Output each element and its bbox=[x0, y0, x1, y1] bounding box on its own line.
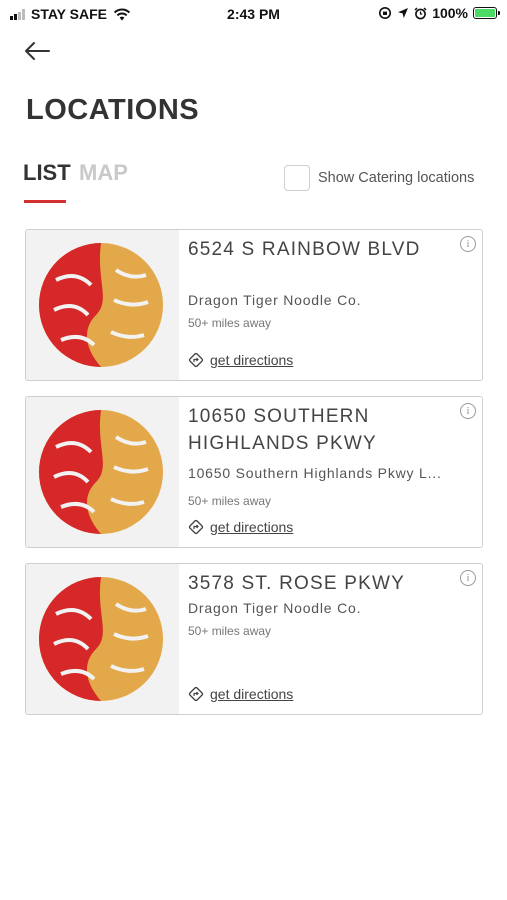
info-icon[interactable]: i bbox=[460, 403, 476, 419]
directions-icon bbox=[188, 519, 204, 535]
arrow-left-icon bbox=[25, 42, 50, 60]
get-directions-link[interactable]: get directions bbox=[188, 686, 293, 702]
back-button[interactable] bbox=[22, 38, 52, 64]
location-card[interactable]: 3578 ST. ROSE PKWY Dragon Tiger Noodle C… bbox=[25, 563, 483, 715]
location-distance: 50+ miles away bbox=[188, 316, 272, 330]
tab-list[interactable]: LIST bbox=[23, 160, 71, 186]
battery-icon bbox=[473, 7, 500, 19]
location-arrow-icon bbox=[398, 8, 409, 18]
location-distance: 50+ miles away bbox=[188, 624, 272, 638]
restaurant-logo bbox=[26, 397, 179, 547]
get-directions-link[interactable]: get directions bbox=[188, 352, 293, 368]
show-catering-toggle[interactable]: Show Catering locations bbox=[284, 165, 474, 191]
tab-map[interactable]: MAP bbox=[79, 160, 128, 186]
dragon-tiger-logo-icon bbox=[39, 410, 163, 534]
location-card[interactable]: 10650 SOUTHERN HIGHLANDS PKWY 10650 Sout… bbox=[25, 396, 483, 548]
catering-checkbox[interactable] bbox=[284, 165, 310, 191]
restaurant-logo bbox=[26, 564, 179, 714]
directions-label: get directions bbox=[210, 352, 294, 368]
dragon-tiger-logo-icon bbox=[39, 243, 163, 367]
location-title: 3578 ST. ROSE PKWY bbox=[188, 573, 405, 594]
active-tab-indicator bbox=[24, 200, 66, 203]
status-right: 100% bbox=[378, 5, 500, 21]
directions-icon bbox=[188, 686, 204, 702]
directions-label: get directions bbox=[210, 519, 294, 535]
alarm-clock-icon bbox=[414, 6, 427, 19]
location-subtitle: Dragon Tiger Noodle Co. bbox=[188, 292, 362, 308]
get-directions-link[interactable]: get directions bbox=[188, 519, 293, 535]
page-title: LOCATIONS bbox=[26, 94, 200, 126]
location-card[interactable]: 6524 S RAINBOW BLVD Dragon Tiger Noodle … bbox=[25, 229, 483, 381]
directions-label: get directions bbox=[210, 686, 294, 702]
info-icon[interactable]: i bbox=[460, 236, 476, 252]
location-distance: 50+ miles away bbox=[188, 494, 272, 508]
directions-icon bbox=[188, 352, 204, 368]
battery-percent: 100% bbox=[432, 5, 468, 21]
dragon-tiger-logo-icon bbox=[39, 577, 163, 701]
status-bar: STAY SAFE 2:43 PM 100% bbox=[0, 0, 507, 28]
location-subtitle: 10650 Southern Highlands Pkwy L... bbox=[188, 465, 442, 481]
location-title: 6524 S RAINBOW BLVD bbox=[188, 239, 421, 260]
info-icon[interactable]: i bbox=[460, 570, 476, 586]
location-subtitle: Dragon Tiger Noodle Co. bbox=[188, 600, 362, 616]
restaurant-logo bbox=[26, 230, 179, 380]
location-title: 10650 SOUTHERN HIGHLANDS PKWY bbox=[188, 406, 377, 454]
screen-rotation-lock-icon bbox=[379, 7, 392, 19]
catering-label: Show Catering locations bbox=[318, 170, 475, 186]
